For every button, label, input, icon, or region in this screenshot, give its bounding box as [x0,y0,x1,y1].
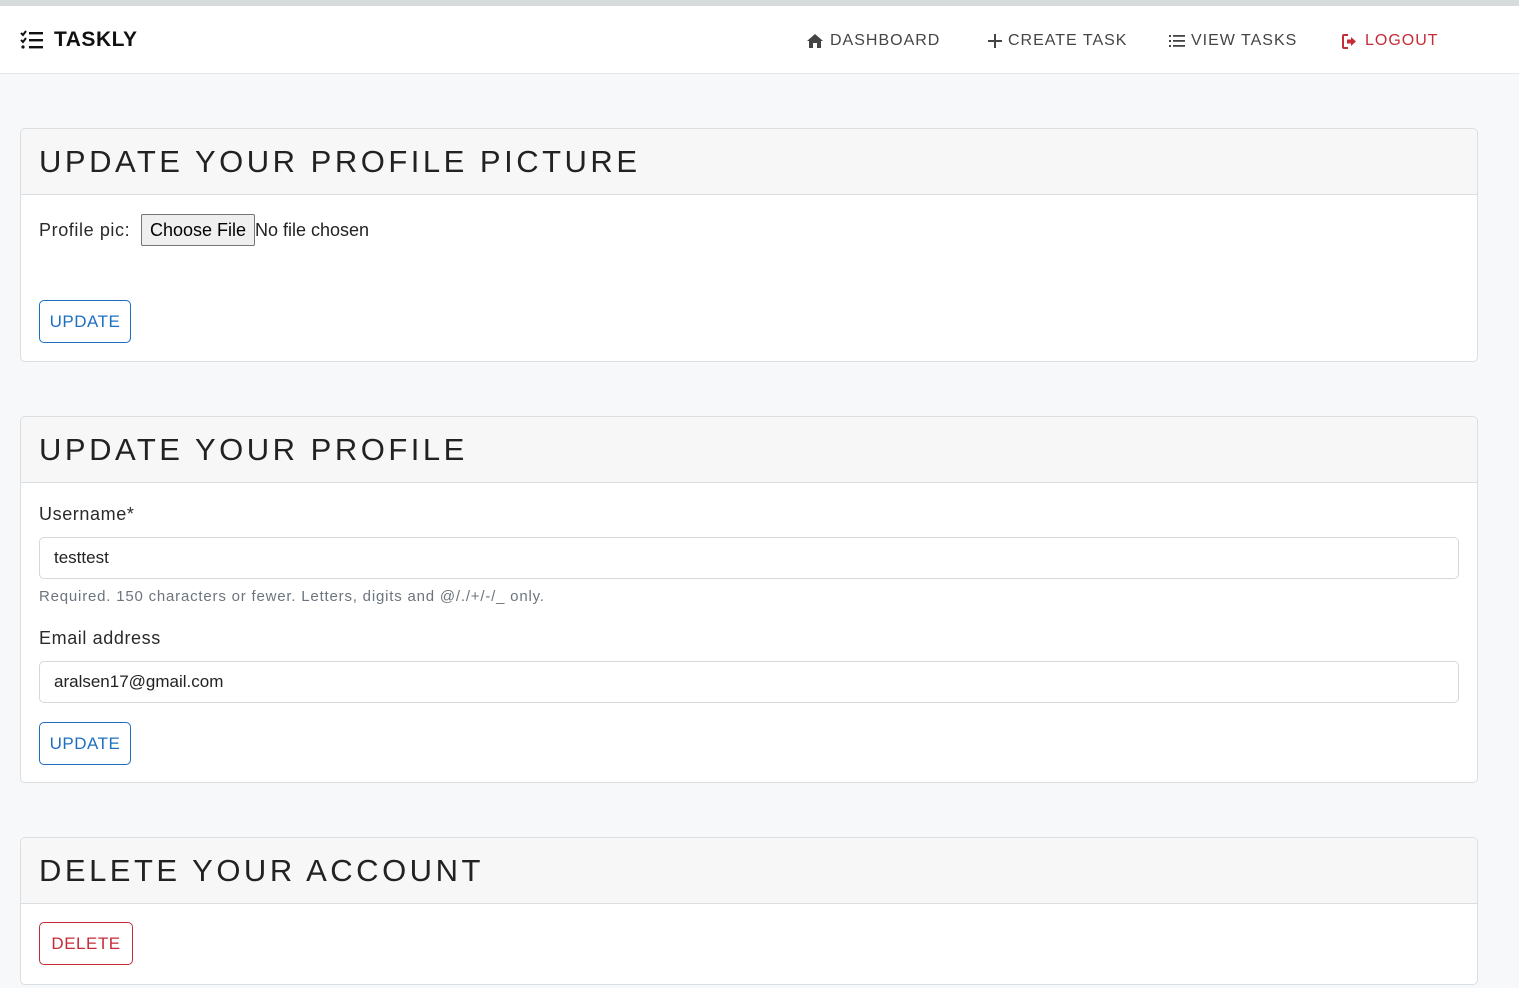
list-icon [1169,34,1185,48]
email-input[interactable]: aralsen17@gmail.com [39,661,1459,703]
profile-card: UPDATE YOUR PROFILE Username* testtest R… [20,416,1478,783]
update-profile-button[interactable]: UPDATE [39,722,131,765]
delete-account-card: DELETE YOUR ACCOUNT DELETE [20,837,1478,985]
card-header: UPDATE YOUR PROFILE [21,417,1477,483]
delete-account-button[interactable]: DELETE [39,922,133,965]
nav-dashboard-label: DASHBOARD [830,32,941,49]
card-header: UPDATE YOUR PROFILE PICTURE [21,129,1477,195]
home-icon [806,33,824,49]
profile-pic-label: Profile pic: [39,220,131,240]
username-input[interactable]: testtest [39,537,1459,579]
profile-picture-card: UPDATE YOUR PROFILE PICTURE Profile pic:… [20,128,1478,362]
profile-picture-title: UPDATE YOUR PROFILE PICTURE [39,143,641,179]
nav-logout-label: LOGOUT [1365,32,1439,49]
choose-file-button[interactable]: Choose File [141,214,256,246]
plus-icon [988,34,1002,48]
card-header: DELETE YOUR ACCOUNT [21,838,1477,904]
update-picture-button[interactable]: UPDATE [39,300,131,343]
sign-out-icon [1342,33,1359,49]
brand-name: TASKLY [54,28,138,51]
nav-logout[interactable]: LOGOUT [1342,30,1439,52]
checklist-icon [20,29,44,51]
email-label: Email address [39,628,161,648]
nav-view-tasks[interactable]: VIEW TASKS [1169,30,1297,52]
nav-create-task[interactable]: CREATE TASK [988,30,1127,52]
navbar: TASKLY DASHBOARD CREATE TASK VIEW TASKS … [0,6,1519,74]
file-status: No file chosen [255,220,370,240]
nav-dashboard[interactable]: DASHBOARD [806,30,940,52]
profile-title: UPDATE YOUR PROFILE [39,431,468,467]
nav-view-tasks-label: VIEW TASKS [1191,32,1298,49]
username-help-text: Required. 150 characters or fewer. Lette… [39,588,545,605]
nav-create-task-label: CREATE TASK [1008,32,1128,49]
delete-account-title: DELETE YOUR ACCOUNT [39,852,484,888]
username-label: Username* [39,504,135,524]
brand-logo[interactable]: TASKLY [20,27,138,53]
